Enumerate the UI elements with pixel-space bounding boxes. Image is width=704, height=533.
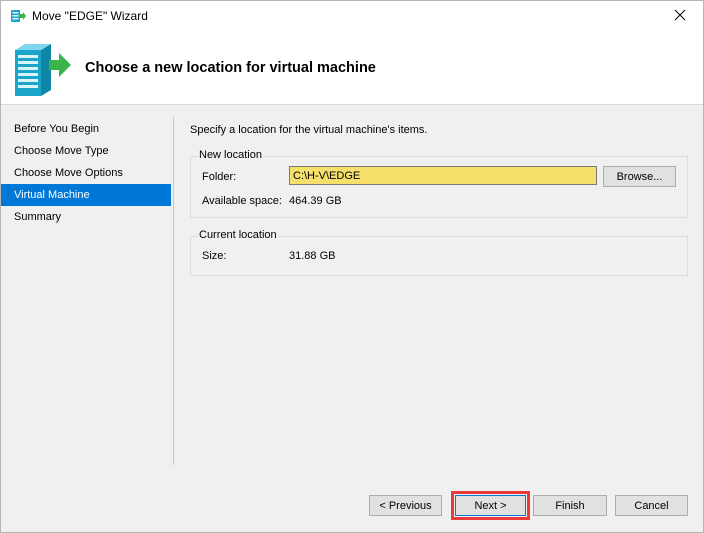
folder-label: Folder: xyxy=(202,171,237,183)
title-bar[interactable]: Move "EDGE" Wizard xyxy=(1,1,703,32)
close-button[interactable] xyxy=(657,1,703,32)
nav-item-summary[interactable]: Summary xyxy=(1,206,171,228)
server-arrow-icon xyxy=(9,38,73,98)
wizard-header: Choose a new location for virtual machin… xyxy=(1,32,703,105)
new-location-legend: New location xyxy=(198,149,263,161)
previous-button[interactable]: < Previous xyxy=(369,495,442,516)
wizard-window: Move "EDGE" Wizard Choose a new location… xyxy=(0,0,704,533)
wizard-steps-nav: Before You Begin Choose Move Type Choose… xyxy=(1,118,173,228)
next-button[interactable]: Next > xyxy=(455,495,526,516)
intro-text: Specify a location for the virtual machi… xyxy=(190,124,428,136)
nav-item-virtual-machine[interactable]: Virtual Machine xyxy=(1,184,171,206)
page-title: Choose a new location for virtual machin… xyxy=(85,60,376,76)
finish-button[interactable]: Finish xyxy=(533,495,607,516)
size-value: 31.88 GB xyxy=(289,250,336,262)
vm-move-icon xyxy=(10,8,26,24)
nav-item-before-you-begin[interactable]: Before You Begin xyxy=(1,118,171,140)
nav-item-choose-move-type[interactable]: Choose Move Type xyxy=(1,140,171,162)
folder-input[interactable] xyxy=(289,166,597,185)
close-icon xyxy=(674,9,686,24)
size-label: Size: xyxy=(202,250,227,262)
browse-button[interactable]: Browse... xyxy=(603,166,676,187)
available-space-label: Available space: xyxy=(202,195,282,207)
available-space-value: 464.39 GB xyxy=(289,195,342,207)
nav-item-choose-move-options[interactable]: Choose Move Options xyxy=(1,162,171,184)
current-location-legend: Current location xyxy=(198,229,278,241)
cancel-button[interactable]: Cancel xyxy=(615,495,688,516)
window-title: Move "EDGE" Wizard xyxy=(32,9,148,23)
current-location-group: Current location xyxy=(190,229,688,276)
nav-divider xyxy=(173,117,174,465)
